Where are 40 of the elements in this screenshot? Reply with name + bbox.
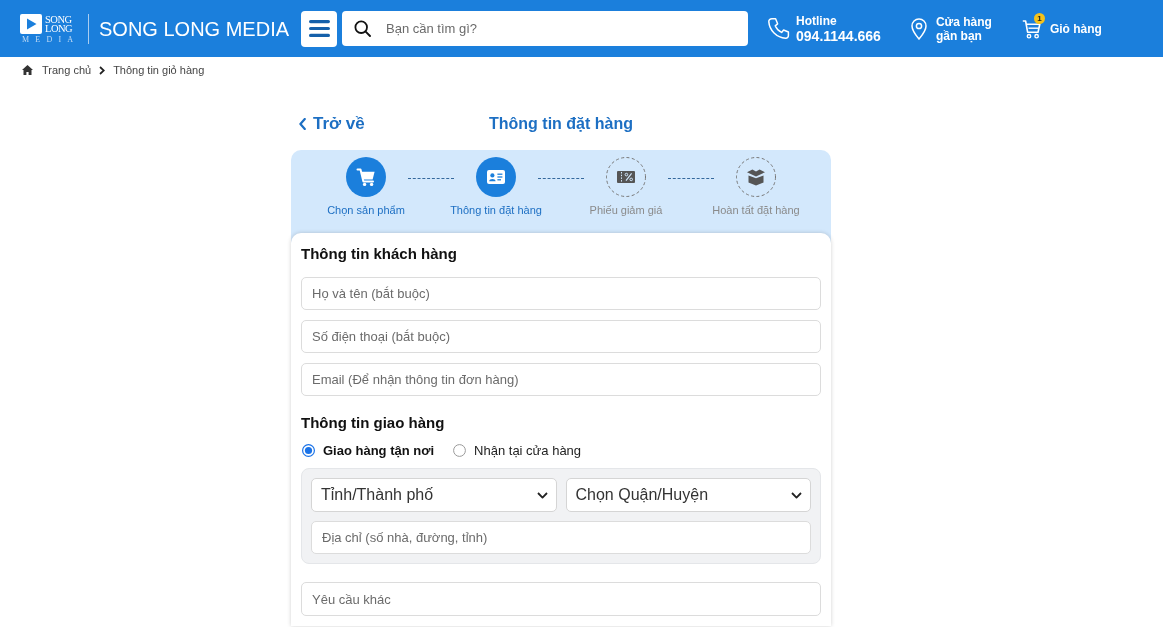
cart-link[interactable]: Giỏ hàng <box>1049 21 1102 36</box>
chevron-left-icon <box>299 118 306 130</box>
back-link[interactable]: Trở về <box>299 114 365 134</box>
hotline-label: Hotline <box>796 13 838 28</box>
location-pin-icon <box>910 17 927 40</box>
section-heading: Thông tin giao hàng <box>301 414 446 432</box>
logo-wordmark: SONG LONG <box>45 14 74 34</box>
chevron-down-icon <box>536 491 548 499</box>
input-field[interactable]: Số điện thoại (bắt buộc) <box>301 320 821 353</box>
dropdown-select[interactable]: Chọn Quận/Huyện <box>565 478 811 512</box>
step-label: Phiếu giảm giá <box>589 204 663 217</box>
section-heading: Thông tin khách hàng <box>301 245 458 263</box>
step-label: Thông tin đặt hàng <box>450 204 542 217</box>
input-field[interactable]: Yêu cầu khác <box>301 582 821 616</box>
delivery-option[interactable]: Nhận tại cửa hàng <box>453 442 582 458</box>
input-field[interactable]: Địa chỉ (số nhà, đường, tỉnh) <box>311 521 811 554</box>
dropdown-select[interactable]: Tỉnh/Thành phố <box>311 478 557 512</box>
breadcrumb-link[interactable]: Trang chủ <box>42 64 92 76</box>
play-icon <box>20 14 42 34</box>
page-title: Thông tin đặt hàng <box>489 115 633 133</box>
menu-button[interactable] <box>301 10 338 47</box>
step-label: Chọn sản phẩm <box>327 204 405 217</box>
search-icon <box>354 20 372 37</box>
home-icon <box>22 65 33 75</box>
cart-badge: 1 <box>1033 12 1045 24</box>
logo-tagline: MEDIA <box>21 35 80 44</box>
menu-icon <box>308 20 330 37</box>
input-field[interactable]: Email (Để nhận thông tin đơn hàng) <box>301 363 821 396</box>
delivery-option[interactable]: Giao hàng tận nơi <box>302 442 435 458</box>
chevron-right-icon <box>99 66 106 75</box>
phone-icon <box>767 17 791 40</box>
site-name[interactable]: SONG LONG MEDIA <box>99 16 290 41</box>
breadcrumb-current: Thông tin giỏ hàng <box>113 64 205 76</box>
store-finder-link[interactable]: Cửa hàng gần bạn <box>935 14 994 43</box>
search-field[interactable]: Bạn cần tìm gì? <box>342 11 749 46</box>
step-label: Hoàn tất đặt hàng <box>712 204 800 217</box>
input-field[interactable]: Họ và tên (bắt buộc) <box>301 277 821 310</box>
cart-icon <box>1021 18 1041 39</box>
hotline-number[interactable]: 094.1144.666 <box>796 27 881 44</box>
chevron-down-icon <box>791 491 802 499</box>
